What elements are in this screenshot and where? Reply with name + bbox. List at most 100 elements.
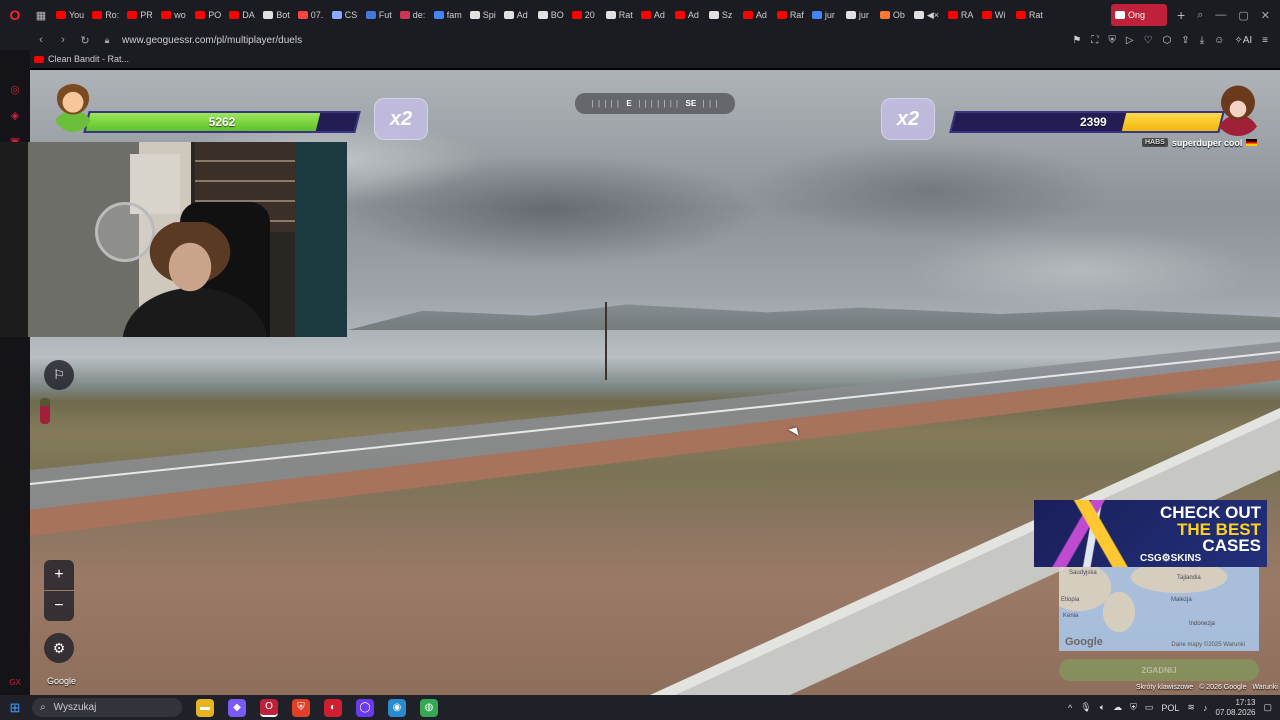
- terms-link[interactable]: Warunki: [1252, 684, 1277, 691]
- new-tab-icon[interactable]: +: [1177, 7, 1185, 23]
- browser-tab[interactable]: Ad: [671, 4, 705, 26]
- settings-menu-icon[interactable]: ≡: [1262, 35, 1268, 46]
- browser-tab[interactable]: fam: [430, 4, 466, 26]
- file-explorer-icon[interactable]: ▬: [196, 698, 214, 717]
- pegman-icon[interactable]: [40, 398, 50, 424]
- compass-ticks: | | |: [696, 99, 719, 108]
- speaker-icon[interactable]: 🔈︎: [1100, 702, 1105, 713]
- tab-label: Ad: [653, 10, 665, 20]
- minimize-icon[interactable]: —: [1215, 9, 1226, 21]
- browser-tab[interactable]: BO: [534, 4, 568, 26]
- opera-logo-icon[interactable]: O: [0, 0, 30, 30]
- app-icon[interactable]: ◐: [324, 698, 342, 717]
- browser-tab[interactable]: de:: [396, 4, 430, 26]
- bookmark-icon[interactable]: ⚑: [1072, 35, 1081, 46]
- notifications-icon[interactable]: ▢: [1263, 702, 1272, 713]
- browser-tab[interactable]: jur: [842, 4, 876, 26]
- monitor-icon[interactable]: ▭: [1145, 702, 1154, 713]
- browser-tab[interactable]: 20: [568, 4, 602, 26]
- shield-tray-icon[interactable]: ⛨: [1130, 702, 1137, 713]
- browser-tab-active[interactable]: Ong: [1111, 4, 1168, 26]
- browser-tab[interactable]: Ad: [637, 4, 671, 26]
- tab-label: Ob: [892, 10, 905, 20]
- forward-icon[interactable]: ›: [54, 34, 72, 46]
- browser-tab[interactable]: Ad: [739, 4, 773, 26]
- opera-gx-icon[interactable]: O: [260, 698, 278, 717]
- clock[interactable]: 17:13 07.08.2026: [1215, 698, 1255, 718]
- browser-tab[interactable]: CS: [328, 4, 362, 26]
- zoom-in-button[interactable]: +: [44, 560, 74, 590]
- browser-tab[interactable]: Fut: [362, 4, 396, 26]
- maximize-icon[interactable]: ▢: [1238, 9, 1248, 22]
- share-icon[interactable]: ⇪: [1181, 35, 1189, 46]
- csgoskins-ad[interactable]: CHECK OUT THE BEST CASES CSG⚙SKINS: [1034, 500, 1267, 567]
- account-icon[interactable]: ☺: [1214, 35, 1224, 46]
- guess-minimap[interactable]: Saudyjska Etiopia Kenia Tajlandia Malezj…: [1059, 567, 1259, 651]
- language-indicator[interactable]: POL: [1161, 703, 1179, 713]
- browser-tab[interactable]: Ro:: [88, 4, 123, 26]
- tab-label: ◀×: [926, 9, 940, 20]
- bookmark-item[interactable]: Clean Bandit - Rat...: [48, 54, 129, 64]
- browser-tab[interactable]: Rat: [602, 4, 637, 26]
- taskbar-search[interactable]: ⌕ Wyszukaj: [32, 698, 182, 717]
- opponent-avatar: [1213, 82, 1263, 136]
- browser-tab[interactable]: Raf: [773, 4, 808, 26]
- browser-tab[interactable]: DA: [225, 4, 259, 26]
- browser-tab[interactable]: ◀×: [910, 4, 944, 26]
- browser-tab[interactable]: Bot: [259, 4, 294, 26]
- zoom-out-button[interactable]: −: [44, 591, 74, 621]
- browser-tab[interactable]: Sz: [705, 4, 739, 26]
- opponent-club-tag: HABS: [1142, 138, 1168, 147]
- browser-tab[interactable]: PR: [123, 4, 157, 26]
- tab-favicon-icon: [811, 11, 822, 19]
- gx-icon[interactable]: GX: [9, 678, 21, 687]
- browser-tab[interactable]: jur: [808, 4, 842, 26]
- minimap-attribution[interactable]: Dane mapy ©2025 Warunki: [1171, 642, 1245, 648]
- browser-tab[interactable]: wo: [157, 4, 191, 26]
- browser-tab[interactable]: RA: [944, 4, 978, 26]
- settings-button[interactable]: ⚙: [44, 633, 74, 663]
- shield-icon[interactable]: ⛨: [1108, 35, 1116, 46]
- browser-tab[interactable]: 07.: [294, 4, 328, 26]
- guess-button[interactable]: ZGADNIJ: [1059, 659, 1259, 681]
- close-icon[interactable]: ✕: [1261, 9, 1270, 22]
- edge-icon[interactable]: ◉: [388, 698, 406, 717]
- browser-tab[interactable]: Ad: [500, 4, 534, 26]
- url-field[interactable]: www.geoguessr.com/pl/multiplayer/duels: [122, 35, 302, 46]
- back-icon[interactable]: ‹: [32, 34, 50, 46]
- extensions-icon[interactable]: ⬡: [1163, 35, 1172, 46]
- messenger-icon[interactable]: ◈: [8, 108, 22, 122]
- wifi-icon[interactable]: ≋: [1187, 702, 1195, 713]
- browser-tab[interactable]: Ob: [876, 4, 910, 26]
- volume-icon[interactable]: ♪: [1203, 703, 1208, 713]
- tray-chevron-icon[interactable]: ^: [1068, 703, 1072, 713]
- snapshot-icon[interactable]: ⛶: [1091, 35, 1098, 46]
- browser-tab[interactable]: PO: [191, 4, 225, 26]
- microphone-icon[interactable]: 🎙︎: [1080, 702, 1091, 713]
- brave-icon[interactable]: ⛨: [292, 698, 310, 717]
- ai-icon[interactable]: ✧AI: [1234, 35, 1252, 46]
- onedrive-icon[interactable]: ☁: [1113, 702, 1122, 713]
- browser-tab[interactable]: You: [52, 4, 88, 26]
- play-icon[interactable]: ▷: [1126, 35, 1134, 46]
- browser-tab-bar: O ▦ You Ro: PR wo PO DA Bot 07. CS Fut de: fam Spi Ad…: [0, 0, 1280, 30]
- heart-icon[interactable]: ♡: [1144, 35, 1153, 46]
- browser-tab[interactable]: Rat: [1012, 4, 1047, 26]
- windows-start-icon[interactable]: ⊞: [0, 695, 30, 720]
- chrome-icon[interactable]: ◍: [420, 698, 438, 717]
- browser-tab[interactable]: Wi: [978, 4, 1012, 26]
- utility-pole: [605, 302, 607, 380]
- app-icon[interactable]: ◯: [356, 698, 374, 717]
- search-tabs-icon[interactable]: ⌕: [1197, 9, 1203, 22]
- browser-tab[interactable]: Spi: [466, 4, 500, 26]
- aria-icon[interactable]: ◎: [8, 82, 22, 96]
- download-icon[interactable]: ⤓: [1200, 35, 1204, 46]
- return-to-start-button[interactable]: ⚐: [44, 360, 74, 390]
- app-icon[interactable]: ◆: [228, 698, 246, 717]
- tab-label: wo: [174, 10, 186, 20]
- reload-icon[interactable]: ↻: [76, 34, 94, 47]
- clock-time: 17:13: [1235, 697, 1256, 707]
- tab-favicon-icon: [399, 11, 410, 19]
- keyboard-shortcuts-link[interactable]: Skróty klawiszowe: [1136, 684, 1193, 691]
- tab-menu-icon[interactable]: ▦: [30, 0, 52, 30]
